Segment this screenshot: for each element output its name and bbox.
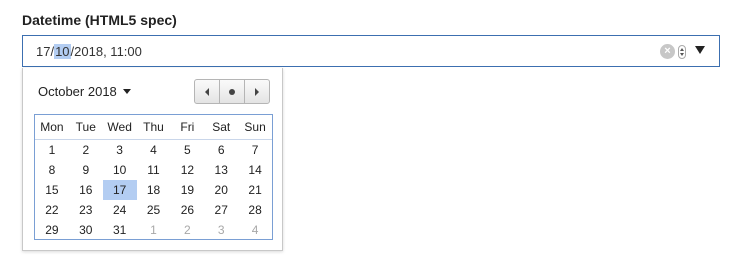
calendar-week-row: 8 9 10 11 12 13 14 xyxy=(35,160,272,180)
weekday-label: Thu xyxy=(143,120,164,134)
month-segment[interactable]: 10 xyxy=(54,44,71,59)
calendar-day[interactable]: 29 xyxy=(35,220,69,240)
calendar-day[interactable]: 3 xyxy=(103,140,137,160)
previous-month-icon xyxy=(205,87,209,96)
today-icon xyxy=(229,88,235,95)
weekday-label: Sun xyxy=(244,120,266,134)
calendar-day-next-month[interactable]: 2 xyxy=(170,220,204,240)
calendar-week-row: 15 16 17 18 19 20 21 xyxy=(35,180,272,200)
calendar-week-row: 1 2 3 4 5 6 7 xyxy=(35,140,272,160)
calendar-day[interactable]: 12 xyxy=(170,160,204,180)
calendar-day[interactable]: 28 xyxy=(238,200,272,220)
calendar-day[interactable]: 5 xyxy=(170,140,204,160)
calendar-week-row: 29 30 31 1 2 3 4 xyxy=(35,220,272,240)
calendar-day[interactable]: 23 xyxy=(69,200,103,220)
clear-icon[interactable]: × xyxy=(660,44,675,59)
datetime-value[interactable]: 17/10/2018, 11:00 xyxy=(36,44,142,60)
calendar-day[interactable]: 2 xyxy=(69,140,103,160)
calendar-day-selected[interactable]: 17 xyxy=(102,180,137,200)
next-month-icon xyxy=(255,87,259,96)
weekday-label: Fri xyxy=(180,120,195,134)
calendar-day[interactable]: 8 xyxy=(35,160,69,180)
weekday-label: Wed xyxy=(107,120,132,134)
previous-month-button[interactable] xyxy=(194,79,220,104)
weekday-header: Mon Tue Wed Thu Fri Sat Sun xyxy=(35,115,272,140)
calendar-day[interactable]: 31 xyxy=(103,220,137,240)
weekday-label: Tue xyxy=(75,120,96,134)
calendar-day[interactable]: 26 xyxy=(170,200,204,220)
calendar-grid: Mon Tue Wed Thu Fri Sat Sun 1 2 3 4 5 6 … xyxy=(34,114,273,240)
calendar-day[interactable]: 25 xyxy=(137,200,171,220)
calendar-day[interactable]: 20 xyxy=(204,180,238,200)
calendar-day[interactable]: 15 xyxy=(35,180,69,200)
calendar-day-next-month[interactable]: 1 xyxy=(137,220,171,240)
next-month-button[interactable] xyxy=(244,79,270,104)
weekday-label: Mon xyxy=(40,120,64,134)
today-button[interactable] xyxy=(219,79,245,104)
calendar-day[interactable]: 24 xyxy=(103,200,137,220)
chevron-down-icon xyxy=(122,89,131,94)
calendar-day[interactable]: 19 xyxy=(170,180,204,200)
calendar-day[interactable]: 11 xyxy=(137,160,171,180)
calendar-day[interactable]: 21 xyxy=(238,180,272,200)
calendar-day[interactable]: 4 xyxy=(137,140,171,160)
calendar-day-next-month[interactable]: 3 xyxy=(204,220,238,240)
calendar-day[interactable]: 18 xyxy=(137,180,171,200)
datetime-input[interactable]: 17/10/2018, 11:00 × xyxy=(22,35,720,67)
year-time-segment[interactable]: /2018, 11:00 xyxy=(71,44,142,59)
calendar-day[interactable]: 22 xyxy=(35,200,69,220)
calendar-day[interactable]: 9 xyxy=(69,160,103,180)
calendar-popup: October 2018 Mon Tue Wed Thu Fri Sat Sun… xyxy=(22,68,283,251)
month-year-label: October 2018 xyxy=(38,84,117,99)
calendar-day[interactable]: 6 xyxy=(204,140,238,160)
calendar-day[interactable]: 30 xyxy=(69,220,103,240)
calendar-day-next-month[interactable]: 4 xyxy=(238,220,272,240)
weekday-label: Sat xyxy=(212,120,231,134)
spinner-icon[interactable] xyxy=(678,45,686,59)
calendar-day[interactable]: 14 xyxy=(238,160,272,180)
calendar-day[interactable]: 1 xyxy=(35,140,69,160)
calendar-day[interactable]: 27 xyxy=(204,200,238,220)
calendar-day[interactable]: 13 xyxy=(204,160,238,180)
calendar-day[interactable]: 16 xyxy=(69,180,103,200)
field-label: Datetime (HTML5 spec) xyxy=(22,12,177,28)
month-year-dropdown[interactable]: October 2018 xyxy=(38,84,131,100)
calendar-day[interactable]: 7 xyxy=(238,140,272,160)
month-navigation xyxy=(194,79,270,104)
calendar-day[interactable]: 10 xyxy=(103,160,137,180)
day-segment[interactable]: 17/ xyxy=(36,44,54,59)
calendar-week-row: 22 23 24 25 26 27 28 xyxy=(35,200,272,220)
dropdown-arrow-icon[interactable] xyxy=(695,46,705,54)
